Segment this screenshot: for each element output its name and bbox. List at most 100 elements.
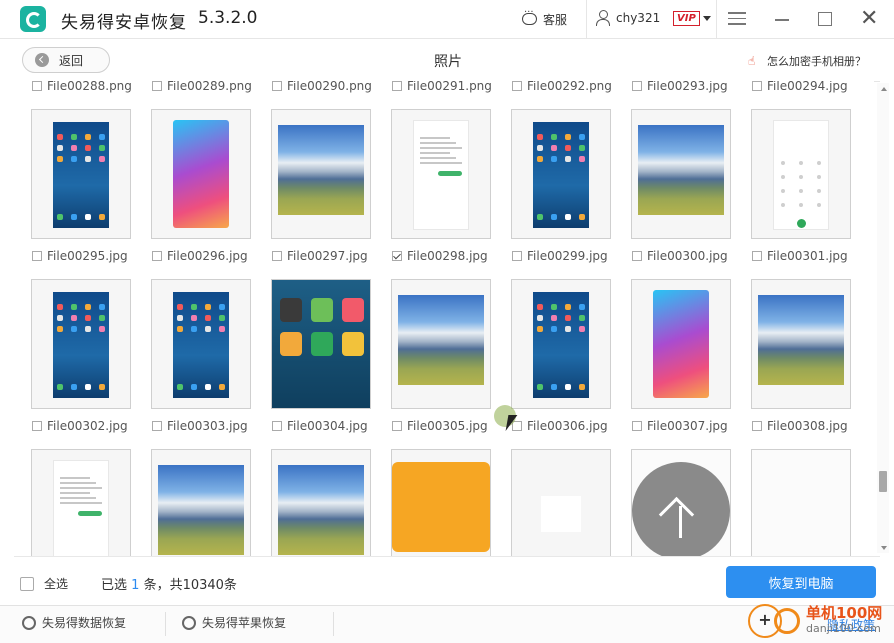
file-checkbox[interactable] [152, 421, 162, 431]
file-label[interactable]: File00294.jpg [752, 81, 848, 93]
file-label[interactable]: File00291.png [392, 81, 492, 93]
page-header: 返回 照片 ☝ 怎么加密手机相册？ [14, 39, 880, 82]
file-label[interactable]: File00305.jpg [392, 419, 488, 433]
chevron-down-icon[interactable] [703, 16, 711, 21]
text-line [60, 482, 96, 484]
phone-screenshot [173, 292, 229, 398]
file-label[interactable]: File00301.jpg [752, 249, 848, 263]
minimize-button[interactable] [775, 19, 789, 21]
file-checkbox[interactable] [632, 81, 642, 91]
file-checkbox[interactable] [632, 421, 642, 431]
file-label[interactable]: File00304.jpg [272, 419, 368, 433]
file-label[interactable]: File00299.jpg [512, 249, 608, 263]
file-label[interactable]: File00308.jpg [752, 419, 848, 433]
file-checkbox[interactable] [392, 251, 402, 261]
file-checkbox[interactable] [272, 421, 282, 431]
vip-badge[interactable]: VIP [673, 11, 700, 26]
file-checkbox[interactable] [152, 251, 162, 261]
file-checkbox[interactable] [512, 251, 522, 261]
file-label[interactable]: File00300.jpg [632, 249, 728, 263]
scroll-down-icon[interactable] [881, 546, 887, 550]
file-checkbox[interactable] [752, 81, 762, 91]
file-label[interactable]: File00296.jpg [152, 249, 248, 263]
file-checkbox[interactable] [752, 421, 762, 431]
photo-card[interactable] [151, 109, 251, 239]
photo-card[interactable] [31, 449, 131, 556]
select-all-checkbox[interactable]: 全选 [20, 575, 68, 592]
photo-card[interactable] [391, 109, 491, 239]
file-label[interactable]: File00307.jpg [632, 419, 728, 433]
scrollbar-thumb[interactable] [879, 471, 887, 492]
help-link[interactable]: ☝ 怎么加密手机相册？ [748, 53, 866, 69]
file-checkbox[interactable] [272, 251, 282, 261]
file-name: File00289.png [167, 81, 252, 93]
file-checkbox[interactable] [152, 81, 162, 91]
text-line [60, 477, 90, 479]
phone-wallpaper [173, 120, 229, 228]
back-button[interactable]: 返回 [22, 47, 110, 73]
file-label[interactable]: File00288.png [32, 81, 132, 93]
landscape-photo [158, 465, 244, 555]
file-label[interactable]: File00293.jpg [632, 81, 728, 93]
apple-recovery-link[interactable]: 失易得苹果恢复 [182, 614, 286, 631]
photo-card[interactable] [151, 449, 251, 556]
file-label[interactable]: File00289.png [152, 81, 252, 93]
user-account[interactable]: chy321 [596, 10, 660, 26]
selection-bar: 全选 已选 1 条，共10340条 恢复到电脑 [14, 556, 880, 605]
file-checkbox[interactable] [272, 81, 282, 91]
file-checkbox[interactable] [392, 421, 402, 431]
file-checkbox[interactable] [32, 81, 42, 91]
photo-card[interactable] [391, 279, 491, 409]
back-to-top-button[interactable] [632, 462, 730, 560]
file-label[interactable]: File00290.png [272, 81, 372, 93]
file-checkbox[interactable] [752, 251, 762, 261]
file-name: File00299.jpg [527, 249, 608, 263]
file-checkbox[interactable] [632, 251, 642, 261]
photo-card[interactable] [271, 279, 371, 409]
photo-card[interactable] [751, 449, 851, 556]
photo-card[interactable] [631, 279, 731, 409]
menu-icon[interactable] [728, 12, 746, 26]
maximize-button[interactable] [818, 12, 832, 26]
photo-card[interactable] [751, 109, 851, 239]
orange-image [392, 462, 490, 552]
photo-card[interactable] [511, 279, 611, 409]
phone-screenshot [533, 122, 589, 228]
customer-service-button[interactable]: 客服 [522, 7, 567, 28]
chat-icon [522, 7, 537, 25]
file-label[interactable]: File00303.jpg [152, 419, 248, 433]
file-checkbox[interactable] [512, 81, 522, 91]
file-label[interactable]: File00297.jpg [272, 249, 368, 263]
photo-card[interactable] [31, 109, 131, 239]
file-label[interactable]: File00292.png [512, 81, 612, 93]
file-checkbox[interactable] [32, 251, 42, 261]
photo-card[interactable] [751, 279, 851, 409]
file-label[interactable]: File00295.jpg [32, 249, 128, 263]
file-checkbox[interactable] [32, 421, 42, 431]
checkbox[interactable] [20, 576, 34, 591]
file-checkbox[interactable] [392, 81, 402, 91]
landscape-photo [278, 125, 364, 215]
watermark-url: danji100.com [806, 622, 881, 635]
photo-card[interactable] [271, 449, 371, 556]
scroll-up-icon[interactable] [881, 87, 887, 91]
photo-card[interactable] [31, 279, 131, 409]
recover-to-computer-button[interactable]: 恢复到电脑 [726, 566, 876, 598]
photo-card[interactable] [511, 109, 611, 239]
photo-card[interactable] [271, 109, 371, 239]
file-label[interactable]: File00306.jpg [512, 419, 608, 433]
file-label[interactable]: File00298.jpg [392, 249, 488, 263]
app-icon-row [533, 134, 589, 140]
data-recovery-link[interactable]: 失易得数据恢复 [22, 614, 126, 631]
app-icon [342, 298, 364, 322]
photo-card[interactable] [631, 109, 731, 239]
close-icon[interactable]: ✕ [860, 6, 878, 32]
photo-card[interactable] [511, 449, 611, 556]
app-icon-row [173, 304, 229, 310]
file-label[interactable]: File00302.jpg [32, 419, 128, 433]
app-icon [182, 615, 196, 630]
photo-card[interactable] [391, 449, 491, 556]
file-name: File00307.jpg [647, 419, 728, 433]
user-icon [596, 10, 610, 26]
photo-card[interactable] [151, 279, 251, 409]
